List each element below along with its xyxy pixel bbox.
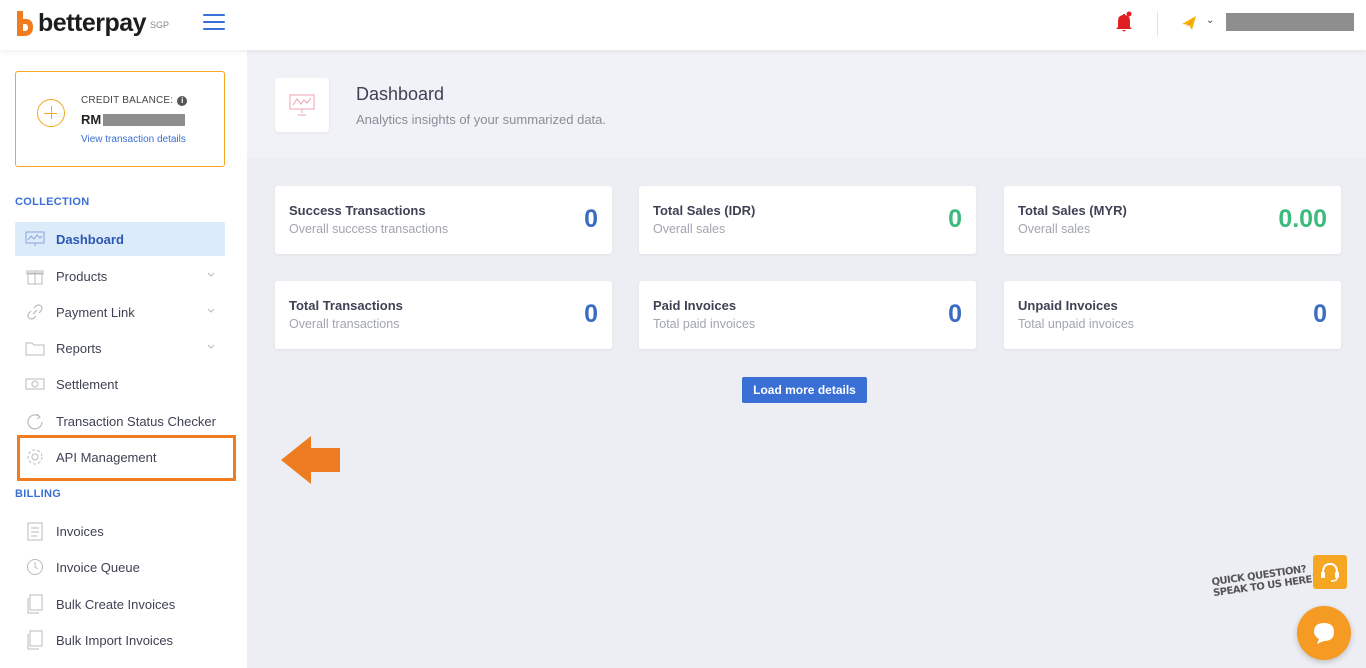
stat-card-total-sales-myr: Total Sales (MYR) Overall sales 0.00 (1004, 186, 1341, 254)
user-menu-chevron-down-icon[interactable]: ⌄ (1206, 15, 1214, 26)
stat-card-value: 0 (948, 300, 962, 328)
chevron-down-icon (207, 308, 215, 313)
sidebar-item-label: Bulk Create Invoices (56, 596, 176, 612)
folder-icon (24, 338, 46, 358)
brand-region: SGP (150, 20, 170, 30)
notification-bell-icon[interactable] (1114, 11, 1134, 33)
page-subtitle: Analytics insights of your summarized da… (356, 112, 606, 127)
sidebar-item-label: Payment Link (56, 304, 135, 320)
sidebar-item-bulk-import-invoices[interactable]: Bulk Import Invoices (15, 623, 225, 657)
top-header: betterpay SGP ⌄ (0, 0, 1366, 50)
user-avatar-icon[interactable] (1180, 14, 1198, 32)
stat-card-title: Total Sales (MYR) (1018, 203, 1127, 218)
page-header: Dashboard Analytics insights of your sum… (247, 50, 1366, 158)
stat-card-total-transactions: Total Transactions Overall transactions … (275, 281, 612, 349)
sidebar-item-label: Invoices (56, 523, 104, 539)
stat-card-unpaid-invoices: Unpaid Invoices Total unpaid invoices 0 (1004, 281, 1341, 349)
add-credit-icon[interactable] (37, 99, 65, 127)
refresh-icon (24, 411, 46, 431)
sidebar: CREDIT BALANCE: i RM View transaction de… (0, 50, 247, 668)
stat-card-value: 0.00 (1278, 205, 1327, 233)
sidebar-item-label: Reports (56, 340, 102, 356)
credit-balance-card: CREDIT BALANCE: i RM View transaction de… (15, 71, 225, 167)
menu-toggle-icon[interactable] (203, 14, 225, 30)
sidebar-item-settlement[interactable]: Settlement (15, 367, 225, 401)
sidebar-item-invoice-queue[interactable]: Invoice Queue (15, 550, 225, 584)
stat-card-value: 0 (948, 205, 962, 233)
section-billing: BILLING (15, 488, 62, 500)
main-content: Dashboard Analytics insights of your sum… (247, 50, 1366, 668)
presentation-chart-icon (24, 229, 46, 249)
chevron-down-icon (207, 344, 215, 349)
link-icon (24, 302, 46, 322)
sidebar-item-label: Settlement (56, 376, 119, 392)
pointer-arrow-icon (281, 436, 340, 484)
sidebar-item-transaction-status-checker[interactable]: Transaction Status Checker (15, 404, 225, 438)
sidebar-item-dashboard[interactable]: Dashboard (15, 222, 225, 256)
view-transaction-details-link[interactable]: View transaction details (81, 134, 186, 145)
credit-balance-amount: RM (81, 112, 186, 127)
brand-name: betterpay (38, 8, 147, 37)
dashboard-page-icon (275, 78, 329, 132)
stat-card-title: Success Transactions (289, 203, 426, 218)
betterpay-logo-icon (17, 11, 33, 36)
documents-icon (24, 630, 46, 650)
clock-icon (24, 557, 46, 577)
credit-currency: RM (81, 112, 102, 127)
stat-card-value: 0 (1313, 300, 1327, 328)
api-management-highlight-box (17, 435, 236, 481)
sidebar-item-label: Transaction Status Checker (56, 413, 216, 429)
sidebar-item-reports[interactable]: Reports (15, 331, 225, 365)
dashboard-content: Success Transactions Overall success tra… (247, 158, 1366, 668)
stat-card-subtitle: Overall sales (1018, 222, 1091, 236)
stat-card-subtitle: Overall success transactions (289, 222, 449, 236)
credit-balance-label: CREDIT BALANCE: i (81, 95, 188, 106)
sidebar-item-payment-link[interactable]: Payment Link (15, 295, 225, 329)
header-divider (1157, 12, 1158, 36)
section-collection: COLLECTION (15, 196, 90, 208)
stat-card-total-sales-idr: Total Sales (IDR) Overall sales 0 (639, 186, 976, 254)
gift-box-icon (24, 266, 46, 286)
documents-icon (24, 594, 46, 614)
stat-card-success-transactions: Success Transactions Overall success tra… (275, 186, 612, 254)
stat-card-title: Total Transactions (289, 298, 403, 313)
brand-logo[interactable]: betterpay SGP (14, 8, 169, 38)
cash-icon (24, 374, 46, 394)
credit-balance-label-text: CREDIT BALANCE: (81, 95, 174, 106)
stat-card-title: Paid Invoices (653, 298, 737, 313)
info-icon[interactable]: i (177, 95, 188, 106)
page-title: Dashboard (356, 84, 445, 104)
load-more-details-button[interactable]: Load more details (742, 377, 867, 403)
stat-card-value: 0 (584, 300, 598, 328)
chevron-down-icon (207, 272, 215, 277)
sidebar-item-products[interactable]: Products (15, 259, 225, 293)
sidebar-item-bulk-create-invoices[interactable]: Bulk Create Invoices (15, 587, 225, 621)
chat-launcher-icon[interactable] (1297, 606, 1351, 660)
credit-amount-redacted (103, 113, 186, 126)
stat-card-value: 0 (584, 205, 598, 233)
stat-card-subtitle: Total paid invoices (653, 317, 756, 331)
stat-card-subtitle: Overall transactions (289, 317, 400, 331)
stat-card-subtitle: Total unpaid invoices (1018, 317, 1135, 331)
support-agent-icon[interactable] (1313, 555, 1347, 589)
sidebar-item-label: Dashboard (56, 231, 124, 247)
clipboard-icon (24, 521, 46, 541)
stat-card-paid-invoices: Paid Invoices Total paid invoices 0 (639, 281, 976, 349)
stat-card-title: Unpaid Invoices (1018, 298, 1118, 313)
stat-card-title: Total Sales (IDR) (653, 203, 756, 218)
sidebar-item-invoices[interactable]: Invoices (15, 514, 225, 548)
stat-card-subtitle: Overall sales (653, 222, 726, 236)
sidebar-item-label: Products (56, 268, 108, 284)
sidebar-item-label: Invoice Queue (56, 559, 140, 575)
user-name-redacted (1226, 13, 1354, 31)
sidebar-item-label: Bulk Import Invoices (56, 632, 174, 648)
